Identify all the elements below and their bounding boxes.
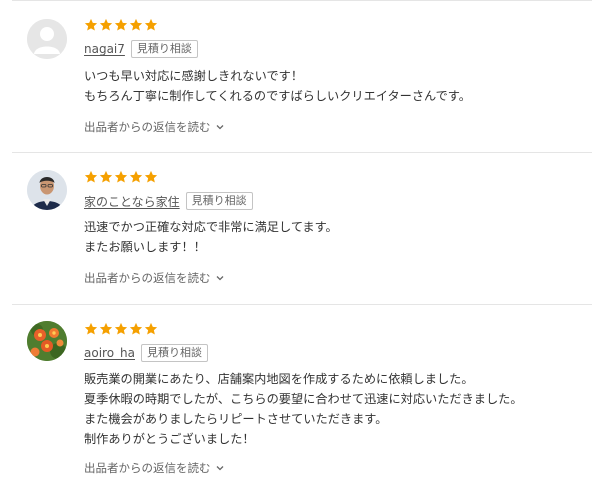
read-seller-reply-link[interactable]: 出品者からの返信を読む: [84, 119, 225, 135]
review-divider: [12, 304, 592, 305]
rating-stars: [84, 170, 159, 186]
read-seller-reply-link[interactable]: 出品者からの返信を読む: [84, 460, 225, 476]
comment-line: また機会がありましたらリピートさせていただきます。: [84, 412, 388, 426]
star-icon: [129, 18, 143, 32]
read-seller-reply-link[interactable]: 出品者からの返信を読む: [84, 270, 225, 286]
reviewer-username[interactable]: 家のことなら家住: [84, 193, 180, 210]
review-comment: いつも早い対応に感謝しきれないです！ もちろん丁寧に制作してくれるのですばらしい…: [84, 66, 471, 106]
review-comment: 販売業の開業にあたり、店舗案内地図を作成するために依頼しました。 夏季休暇の時期…: [84, 369, 523, 449]
star-icon: [99, 322, 113, 336]
comment-line: もちろん丁寧に制作してくれるのですばらしいクリエイターさんです。: [84, 89, 471, 103]
star-icon: [114, 322, 128, 336]
comment-line: 制作ありがとうございました！: [84, 432, 255, 446]
reviewer-username[interactable]: nagai7: [84, 42, 125, 56]
reply-link-label: 出品者からの返信を読む: [84, 271, 211, 285]
star-icon: [144, 170, 158, 184]
top-divider: [12, 0, 592, 1]
service-type-badge: 見積り相談: [141, 344, 208, 362]
star-icon: [144, 18, 158, 32]
service-type-badge: 見積り相談: [130, 40, 198, 58]
reply-link-label: 出品者からの返信を読む: [84, 461, 211, 475]
comment-line: 夏季休暇の時期でしたが、こちらの要望に合わせて迅速に対応いただきました。: [84, 392, 523, 406]
comment-line: いつも早い対応に感謝しきれないです！: [84, 69, 304, 83]
star-icon: [99, 18, 113, 32]
rating-stars: [84, 322, 159, 338]
star-icon: [144, 322, 158, 336]
review-divider: [12, 152, 592, 153]
chevron-down-icon: [215, 463, 225, 473]
star-icon: [99, 170, 113, 184]
service-type-badge: 見積り相談: [185, 192, 253, 210]
star-icon: [129, 170, 143, 184]
comment-line: 迅速でかつ正確な対応で非常に満足してます。: [84, 220, 338, 234]
comment-line: 販売業の開業にあたり、店舗案内地図を作成するために依頼しました。: [84, 372, 474, 386]
rating-stars: [84, 18, 159, 34]
reviewer-username[interactable]: aoiro_ha: [84, 346, 135, 360]
reviewer-avatar[interactable]: [27, 321, 67, 361]
reply-link-label: 出品者からの返信を読む: [84, 120, 211, 134]
star-icon: [114, 18, 128, 32]
star-icon: [84, 18, 98, 32]
star-icon: [114, 170, 128, 184]
review-comment: 迅速でかつ正確な対応で非常に満足してます。 またお願いします！！: [84, 217, 338, 257]
star-icon: [129, 322, 143, 336]
star-icon: [84, 170, 98, 184]
chevron-down-icon: [215, 122, 225, 132]
chevron-down-icon: [215, 273, 225, 283]
comment-line: またお願いします！！: [84, 240, 206, 254]
default-person-icon[interactable]: [27, 19, 67, 59]
reviewer-avatar[interactable]: [27, 170, 67, 210]
star-icon: [84, 322, 98, 336]
